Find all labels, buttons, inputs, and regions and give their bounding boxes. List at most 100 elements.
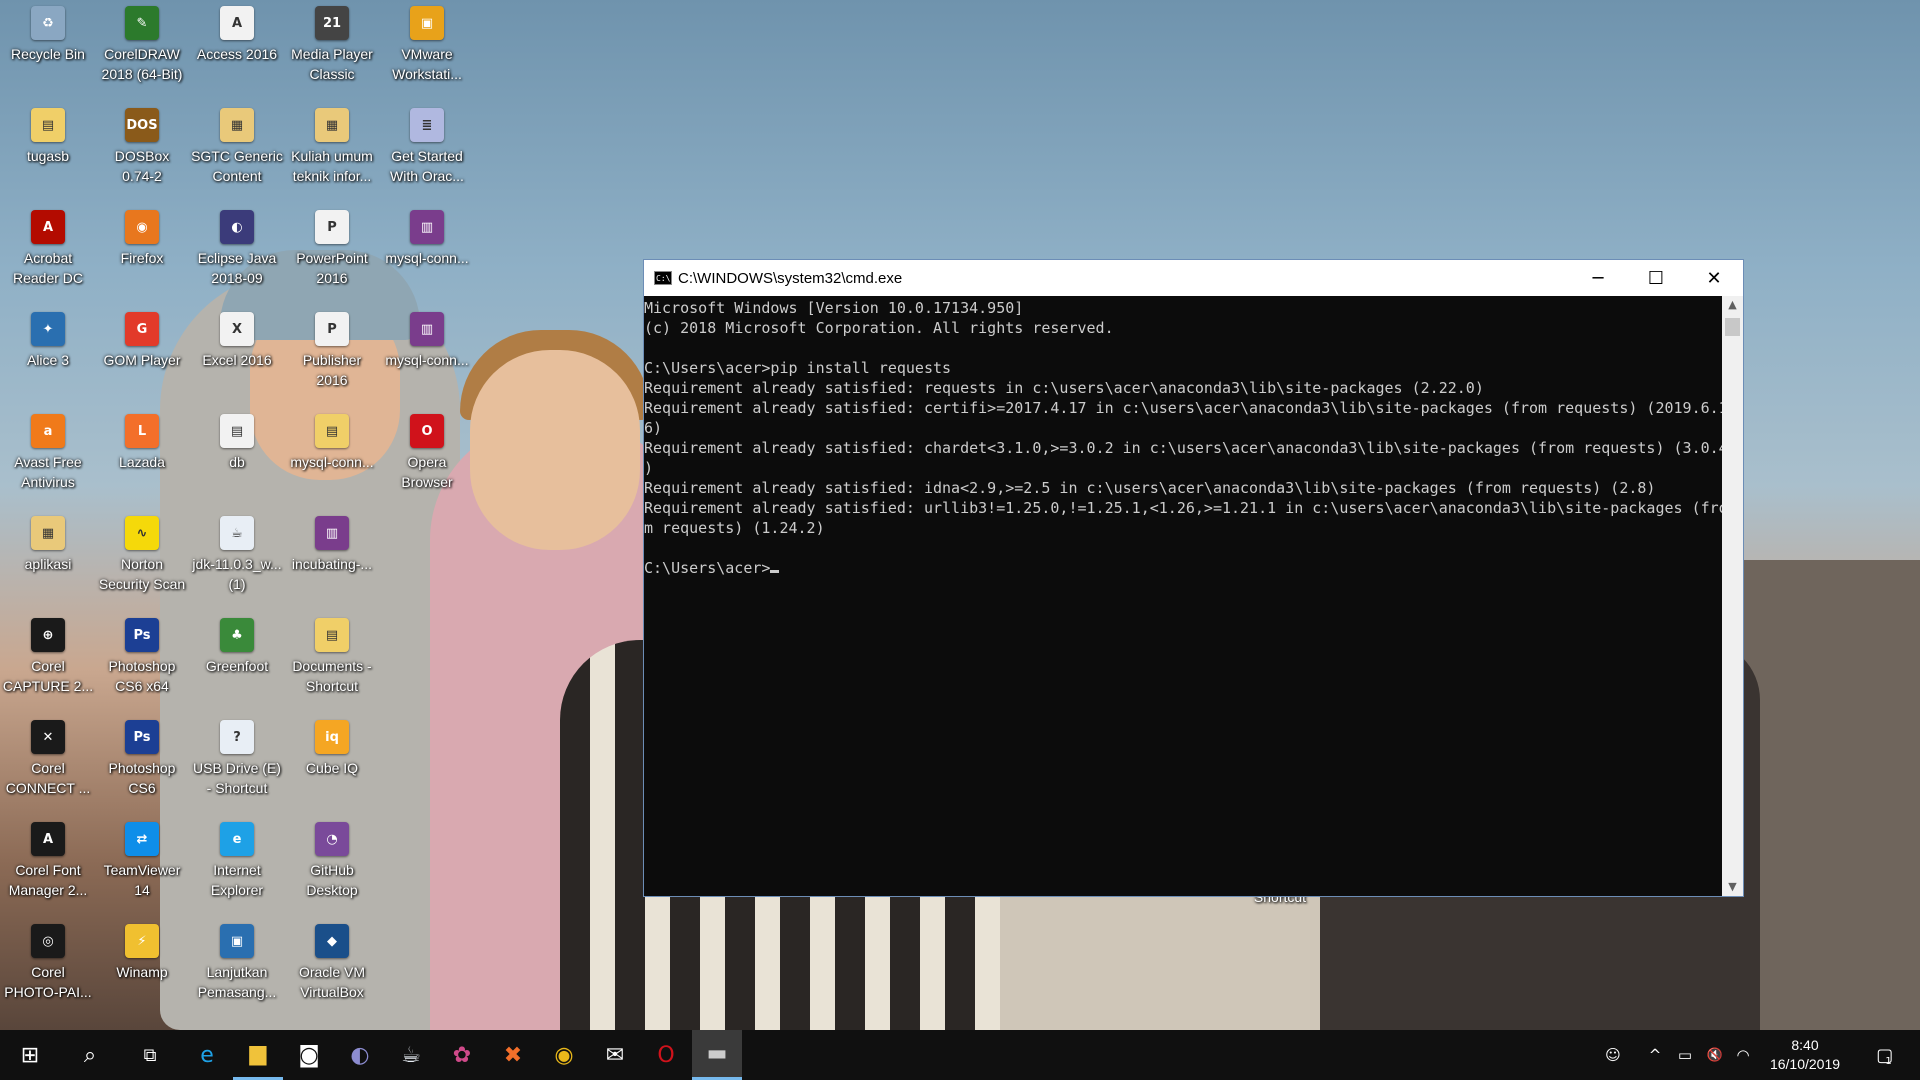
taskbar-app-eclipse[interactable]: ◐ (335, 1030, 385, 1080)
desktop-icon-label: Corel PHOTO-PAI... (4, 964, 92, 1000)
desktop-icon[interactable]: ▤ Documents - Shortcut (284, 614, 380, 696)
desktop-app-icon: a (31, 414, 65, 448)
desktop-app-icon: A (31, 822, 65, 856)
desktop-icon[interactable]: ☕ jdk-11.0.3_w... (1) (189, 512, 285, 594)
desktop-icon[interactable]: ▦ SGTC Generic Content (189, 104, 285, 186)
camera-icon: ◙ (298, 1042, 320, 1068)
desktop-icon[interactable]: P PowerPoint 2016 (284, 206, 380, 288)
desktop-icon[interactable]: L Lazada (94, 410, 190, 472)
start-button[interactable]: ⊞ (0, 1030, 60, 1080)
desktop-icon[interactable]: ▦ Kuliah umum teknik infor... (284, 104, 380, 186)
taskbar-app-opera[interactable]: O (641, 1030, 691, 1080)
desktop-icon[interactable]: ⊕ Corel CAPTURE 2... (0, 614, 96, 696)
desktop-icon[interactable]: ♣ Greenfoot (189, 614, 285, 676)
chevron-up-icon[interactable]: ^ (1640, 1030, 1670, 1080)
desktop-icon-label: Access 2016 (196, 46, 278, 62)
desktop-icon[interactable]: ▤ db (189, 410, 285, 472)
desktop-icon[interactable]: ◉ Firefox (94, 206, 190, 268)
desktop-icon[interactable]: ▥ mysql-conn... (379, 206, 475, 268)
desktop-icon[interactable]: DOS DOSBox 0.74-2 (94, 104, 190, 186)
desktop-icon-label: Acrobat Reader DC (12, 250, 84, 286)
desktop-icon[interactable]: G GOM Player (94, 308, 190, 370)
scrollbar-thumb[interactable] (1725, 318, 1740, 336)
search-icon[interactable]: ⌕ (60, 1030, 120, 1080)
people-icon[interactable]: ☺ (1595, 1030, 1631, 1080)
clock-date: 16/10/2019 (1769, 1056, 1841, 1072)
desktop-app-icon: ⊕ (31, 618, 65, 652)
desktop-app-icon: ▦ (31, 516, 65, 550)
desktop-icon[interactable]: X Excel 2016 (189, 308, 285, 370)
volume-muted-icon[interactable]: 🔇 (1700, 1030, 1730, 1080)
cmd-titlebar[interactable]: C:\ C:\WINDOWS\system32\cmd.exe ─ ☐ ✕ (644, 260, 1743, 296)
desktop-icon[interactable]: ▤ mysql-conn... (284, 410, 380, 472)
desktop-icon[interactable]: a Avast Free Antivirus (0, 410, 96, 492)
taskbar-app-camera[interactable]: ◙ (284, 1030, 334, 1080)
desktop-icon[interactable]: A Access 2016 (189, 2, 285, 64)
desktop-icon[interactable]: ✕ Corel CONNECT ... (0, 716, 96, 798)
desktop-icon[interactable]: ⇄ TeamViewer 14 (94, 818, 190, 900)
desktop-icon-label: Publisher 2016 (302, 352, 362, 388)
taskbar-app-command-prompt[interactable]: ▬ (692, 1030, 742, 1080)
desktop-icon-label: Opera Browser (401, 454, 453, 490)
desktop-icon[interactable]: ≣ Get Started With Orac... (379, 104, 475, 186)
desktop-icon[interactable]: ▣ Lanjutkan Pemasang... (189, 920, 285, 1002)
desktop-icon[interactable]: ✎ CorelDRAW 2018 (64-Bit) (94, 2, 190, 84)
desktop-icon[interactable]: A Acrobat Reader DC (0, 206, 96, 288)
desktop-app-icon: L (125, 414, 159, 448)
scroll-down-arrow-icon[interactable]: ▼ (1722, 878, 1743, 896)
desktop-icon[interactable]: ⚡ Winamp (94, 920, 190, 982)
desktop-icon-label: Lanjutkan Pemasang... (197, 964, 277, 1000)
desktop-app-icon: ∿ (125, 516, 159, 550)
taskbar-app-chrome[interactable]: ◉ (539, 1030, 589, 1080)
taskbar-app-paint[interactable]: ✿ (437, 1030, 487, 1080)
desktop-icon[interactable]: ▤ tugasb (0, 104, 96, 166)
desktop-icon[interactable]: ◎ Corel PHOTO-PAI... (0, 920, 96, 1002)
cmd-window[interactable]: C:\ C:\WINDOWS\system32\cmd.exe ─ ☐ ✕ Mi… (643, 259, 1744, 897)
desktop-icon[interactable]: ◐ Eclipse Java 2018-09 (189, 206, 285, 288)
close-button[interactable]: ✕ (1685, 260, 1743, 296)
desktop-icon-label: mysql-conn... (385, 352, 469, 368)
desktop-icon[interactable]: ▣ VMware Workstati... (379, 2, 475, 84)
desktop-app-icon: ✎ (125, 6, 159, 40)
action-center-button[interactable]: ▢ 1 (1864, 1030, 1904, 1080)
taskbar-app-xampp[interactable]: ✖ (488, 1030, 538, 1080)
taskbar-app-internet-explorer[interactable]: e (182, 1030, 232, 1080)
minimize-button[interactable]: ─ (1569, 260, 1627, 296)
desktop-icon[interactable]: ◔ GitHub Desktop (284, 818, 380, 900)
desktop-app-icon: G (125, 312, 159, 346)
desktop-icon[interactable]: P Publisher 2016 (284, 308, 380, 390)
desktop-icon[interactable]: Ps Photoshop CS6 x64 (94, 614, 190, 696)
desktop-icon-label: Corel CONNECT ... (5, 760, 91, 796)
scroll-up-arrow-icon[interactable]: ▲ (1722, 296, 1743, 314)
desktop-icon-label: GitHub Desktop (306, 862, 358, 898)
desktop-icon[interactable]: A Corel Font Manager 2... (0, 818, 96, 900)
wifi-icon[interactable]: ◠ (1728, 1030, 1758, 1080)
desktop-icon[interactable]: 21 Media Player Classic (284, 2, 380, 84)
console-area[interactable]: Microsoft Windows [Version 10.0.17134.95… (644, 296, 1722, 896)
desktop-icon[interactable]: ▥ incubating-... (284, 512, 380, 574)
desktop-icon[interactable]: O Opera Browser (379, 410, 475, 492)
desktop-icon[interactable]: ? USB Drive (E) - Shortcut (189, 716, 285, 798)
maximize-button[interactable]: ☐ (1627, 260, 1685, 296)
taskbar-app-mail[interactable]: ✉ (590, 1030, 640, 1080)
desktop-icon-label: SGTC Generic Content (191, 148, 283, 184)
desktop-icon[interactable]: Ps Photoshop CS6 (94, 716, 190, 798)
desktop-icon-label: tugasb (26, 148, 70, 164)
desktop-icon[interactable]: ✦ Alice 3 (0, 308, 96, 370)
desktop-icon[interactable]: ▦ aplikasi (0, 512, 96, 574)
desktop-icon[interactable]: iq Cube IQ (284, 716, 380, 778)
taskbar-app-java-installer[interactable]: ☕ (386, 1030, 436, 1080)
clock[interactable]: 8:40 16/10/2019 (1755, 1036, 1855, 1074)
desktop-icon[interactable]: e Internet Explorer (189, 818, 285, 900)
taskbar-app-file-explorer[interactable]: ▆ (233, 1030, 283, 1080)
desktop-app-icon: A (220, 6, 254, 40)
desktop-app-icon: iq (315, 720, 349, 754)
task-view-icon[interactable]: ⧉ (120, 1030, 180, 1080)
desktop-icon[interactable]: ∿ Norton Security Scan (94, 512, 190, 594)
desktop-icon[interactable]: ◆ Oracle VM VirtualBox (284, 920, 380, 1002)
battery-icon[interactable]: ▭ (1670, 1030, 1700, 1080)
desktop-icon[interactable]: ▥ mysql-conn... (379, 308, 475, 370)
vertical-scrollbar[interactable]: ▲ ▼ (1722, 296, 1743, 896)
desktop-icon[interactable]: ♻ Recycle Bin (0, 2, 96, 64)
desktop-app-icon: A (31, 210, 65, 244)
